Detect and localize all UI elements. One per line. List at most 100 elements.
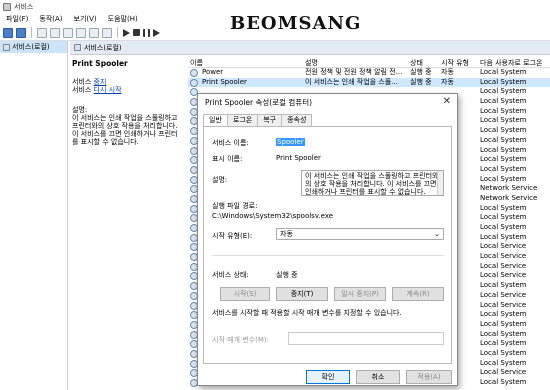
cancel-button[interactable]: 취소 xyxy=(356,370,400,384)
tab-dependencies[interactable]: 종속성 xyxy=(281,114,313,126)
service-logon: Local System xyxy=(480,348,527,357)
tab-recovery[interactable]: 복구 xyxy=(257,114,283,126)
service-status-value: 실행 중 xyxy=(276,271,298,279)
description-line: 프린터와의 상호 작용을 처리합니다. xyxy=(72,122,178,130)
selected-service-name: Print Spooler xyxy=(72,59,128,68)
console-tree: 서비스(로컬) xyxy=(0,41,68,390)
startup-type-value: 자동 xyxy=(280,230,293,238)
service-status: 실행 중 xyxy=(410,77,432,86)
exe-path-value: C:\Windows\System32\spoolsv.exe xyxy=(212,212,334,220)
show-hide-icon[interactable] xyxy=(102,27,112,38)
menu-file[interactable]: 파일(F) xyxy=(6,14,28,24)
pane-header: 서비스(로컬) xyxy=(70,41,550,55)
service-logon: Local System xyxy=(480,155,527,164)
gear-icon xyxy=(190,69,198,77)
service-desc: 전원 정책 및 전원 정책 알림 전... xyxy=(305,68,403,76)
start-service-icon[interactable] xyxy=(123,28,130,37)
window-title: 서비스 xyxy=(14,2,34,11)
tree-item-label: 서비스(로컬) xyxy=(12,43,50,51)
service-startup: 자동 xyxy=(441,77,454,86)
column-header-description[interactable]: 설명 xyxy=(305,58,318,68)
service-logon: Local System xyxy=(480,164,527,173)
extended-description-pane: Print Spooler 서비스 중지 서비스 다시 시작 설명: 이 서비스… xyxy=(72,56,184,386)
column-header-status[interactable]: 상태 xyxy=(410,58,423,68)
stop-button[interactable]: 중지(T) xyxy=(276,287,328,301)
service-row[interactable]: Power 전원 정책 및 전원 정책 알림 전... 실행 중 자동 Local Sy… xyxy=(188,68,550,78)
close-icon[interactable]: ✕ xyxy=(443,96,451,107)
service-logon: Local Service xyxy=(480,290,527,299)
service-logon: Local System xyxy=(480,378,527,386)
service-logon: Local System xyxy=(480,145,527,154)
service-logon: Network Service xyxy=(480,193,538,202)
service-name-value[interactable]: Spooler xyxy=(276,138,305,146)
service-name: Print Spooler xyxy=(202,77,247,86)
forward-icon[interactable] xyxy=(16,27,26,38)
description-label: 설명: xyxy=(212,176,228,184)
action-prefix: 서비스 xyxy=(72,78,94,86)
service-logon: Local System xyxy=(480,97,527,106)
service-status: 실행 중 xyxy=(410,68,432,76)
refresh-icon[interactable] xyxy=(63,27,73,38)
service-name: Power xyxy=(202,68,224,76)
service-logon: Local System xyxy=(480,77,527,86)
gear-icon xyxy=(190,78,198,87)
display-name-label: 표시 이름: xyxy=(212,155,243,163)
service-logon: Local System xyxy=(480,116,527,125)
service-desc: 이 서비스는 인쇄 작업을 스풀... xyxy=(305,77,398,86)
service-logon: Local System xyxy=(480,106,527,115)
service-row[interactable]: Print Spooler 이 서비스는 인쇄 작업을 스풀... 실행 중 자동 Lo… xyxy=(188,77,550,88)
service-logon: Local Service xyxy=(480,261,527,270)
apply-button[interactable]: 적용(A) xyxy=(406,370,452,384)
services-app-icon xyxy=(3,2,11,11)
start-parameters-input[interactable] xyxy=(288,332,444,345)
service-logon: Local Service xyxy=(480,252,527,261)
column-header-logon-as[interactable]: 다음 사용자로 로그온 xyxy=(480,58,542,68)
toolbar-separator xyxy=(117,27,118,38)
action-restart-line: 서비스 다시 시작 xyxy=(72,86,184,94)
service-logon: Local Service xyxy=(480,368,527,377)
menu-help[interactable]: 도움말(H) xyxy=(108,14,138,24)
service-logon: Local Service xyxy=(480,271,527,280)
service-logon: Local System xyxy=(480,319,527,328)
column-header-startup-type[interactable]: 시작 유형 xyxy=(441,58,469,68)
restart-service-link[interactable]: 다시 시작 xyxy=(94,86,122,94)
service-logon: Local System xyxy=(480,232,527,241)
description-textbox[interactable]: 이 서비스는 인쇄 작업을 스풀링하고 프린터와의 상호 작용을 처리합니다. … xyxy=(301,170,444,196)
tab-logon[interactable]: 로그온 xyxy=(226,114,259,126)
stop-service-link[interactable]: 중지 xyxy=(94,78,107,86)
console-tree-icon[interactable] xyxy=(37,27,47,38)
menu-action[interactable]: 동작(A) xyxy=(39,14,62,24)
ok-button[interactable]: 확인 xyxy=(306,370,350,384)
export-list-icon[interactable] xyxy=(76,27,86,38)
column-header-name[interactable]: 이름 xyxy=(190,58,203,68)
start-button[interactable]: 시작(S) xyxy=(220,287,270,301)
service-logon: Local System xyxy=(480,203,527,212)
description-scrollbar[interactable] xyxy=(437,171,443,195)
stop-service-icon[interactable] xyxy=(133,29,140,36)
service-logon: Local System xyxy=(480,339,527,348)
service-logon: Local Service xyxy=(480,300,527,309)
service-logon: Local System xyxy=(480,358,527,367)
startup-type-select[interactable]: 자동 ⌄ xyxy=(276,228,444,240)
dialog-title: Print Spooler 속성(로컬 컴퓨터) xyxy=(205,97,313,107)
services-icon xyxy=(3,43,10,51)
properties-icon[interactable] xyxy=(50,27,60,38)
chevron-down-icon: ⌄ xyxy=(434,230,440,238)
help-icon[interactable] xyxy=(89,27,99,38)
column-headers: 이름 설명 상태 시작 유형 다음 사용자로 로그온 xyxy=(188,56,550,68)
startup-type-label: 시작 유형(E): xyxy=(212,232,253,240)
service-logon: Local System xyxy=(480,329,527,338)
description-line: 이 서비스를 끄면 인쇄하거나 프린터 xyxy=(72,130,178,138)
service-logon: Local System xyxy=(480,87,527,96)
dialog-titlebar: Print Spooler 속성(로컬 컴퓨터) ✕ xyxy=(198,94,457,110)
service-logon: Local System xyxy=(480,135,527,144)
display-name-value: Print Spooler xyxy=(276,154,321,162)
resume-button[interactable]: 계속(R) xyxy=(392,287,444,301)
menu-view[interactable]: 보기(V) xyxy=(74,14,97,24)
restart-service-icon[interactable] xyxy=(153,28,160,37)
service-logon: Local System xyxy=(480,281,527,290)
pause-button[interactable]: 일시 중지(P) xyxy=(334,287,386,301)
tree-item-services-local[interactable]: 서비스(로컬) xyxy=(0,41,67,53)
pause-service-icon[interactable] xyxy=(143,28,150,37)
back-icon[interactable] xyxy=(3,27,13,38)
